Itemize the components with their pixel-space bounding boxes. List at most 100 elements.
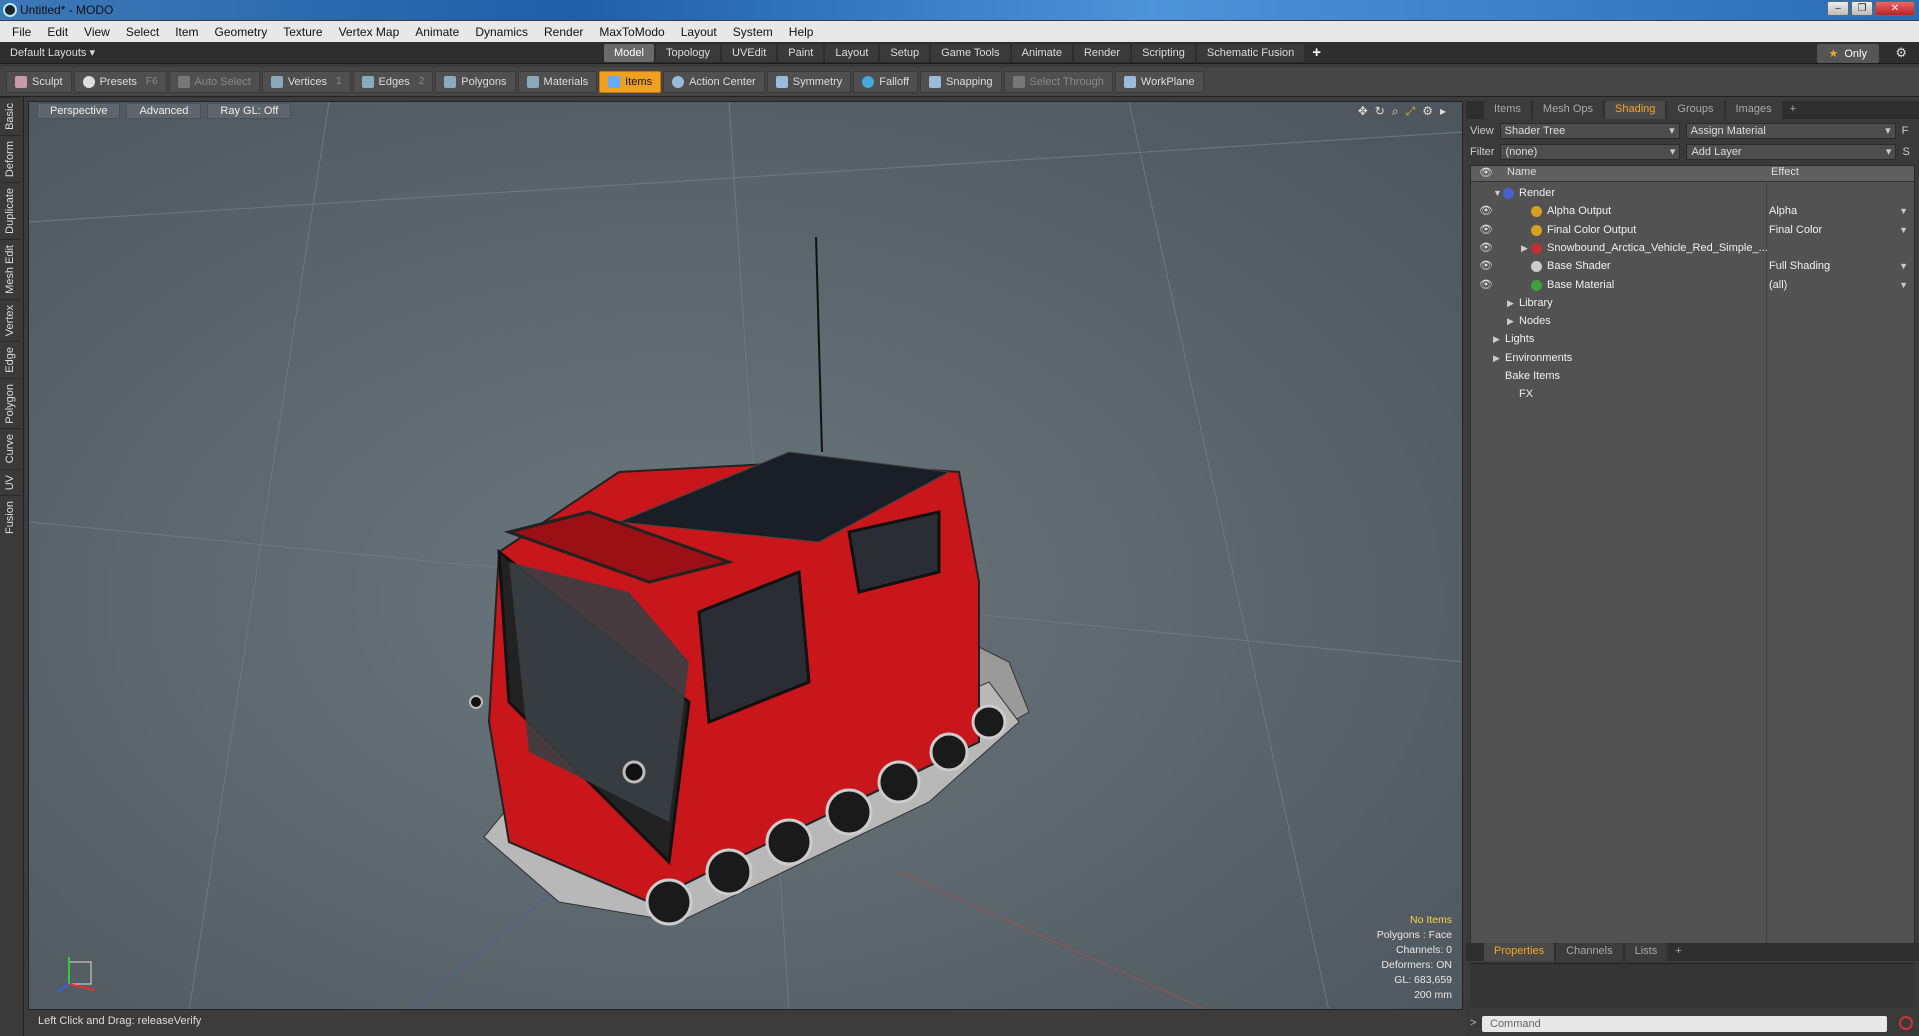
tree-row-effect[interactable]: Alpha xyxy=(1769,202,1797,220)
f-button[interactable]: F xyxy=(1902,125,1909,137)
visibility-eye-icon[interactable]: 👁 xyxy=(1479,276,1493,294)
visibility-eye-icon[interactable]: 👁 xyxy=(1479,239,1493,257)
add-layer-select[interactable]: Add Layer xyxy=(1686,144,1897,160)
tree-row[interactable]: ▶ Lights xyxy=(1471,330,1914,348)
expand-arrow-icon[interactable]: ▶ xyxy=(1507,312,1514,330)
menu-geometry[interactable]: Geometry xyxy=(207,25,276,39)
minimize-button[interactable]: – xyxy=(1827,1,1849,16)
tree-row-effect[interactable]: (all) xyxy=(1769,276,1787,294)
shading-mode-button[interactable]: Advanced xyxy=(126,103,202,119)
tab-schematic-fusion[interactable]: Schematic Fusion xyxy=(1196,44,1305,62)
tab-uvedit[interactable]: UVEdit xyxy=(722,44,777,62)
tab-layout[interactable]: Layout xyxy=(825,44,879,62)
viewport-gear-icon[interactable]: ⚙ xyxy=(1422,104,1433,119)
tab-groups[interactable]: Groups xyxy=(1667,101,1724,119)
maximize-view-icon[interactable]: ⤢ xyxy=(1406,104,1416,119)
filter-select[interactable]: (none) xyxy=(1500,144,1681,160)
polygons-button[interactable]: Polygons xyxy=(435,70,516,93)
expand-arrow-icon[interactable]: ▶ xyxy=(1521,239,1528,257)
presets-button[interactable]: Presets F6 xyxy=(73,70,167,93)
tab-shading[interactable]: Shading xyxy=(1605,101,1666,119)
tab-channels[interactable]: Channels xyxy=(1556,943,1623,961)
name-column-header[interactable]: Name xyxy=(1507,166,1536,178)
tab-scripting[interactable]: Scripting xyxy=(1132,44,1195,62)
left-tab-mesh-edit[interactable]: Mesh Edit xyxy=(0,238,20,299)
effect-dropdown-icon[interactable]: ▼ xyxy=(1899,276,1908,294)
left-tab-uv[interactable]: UV xyxy=(0,468,20,496)
sculpt-button[interactable]: Sculpt xyxy=(6,70,72,93)
materials-button[interactable]: Materials xyxy=(517,70,598,93)
tab-render[interactable]: Render xyxy=(1073,44,1131,62)
menu-vertex-map[interactable]: Vertex Map xyxy=(331,25,408,39)
tree-row-effect[interactable]: Final Color xyxy=(1769,221,1822,239)
view-select[interactable]: Shader Tree xyxy=(1499,123,1680,139)
raygl-button[interactable]: Ray GL: Off xyxy=(207,103,292,119)
tree-row[interactable]: FX xyxy=(1471,385,1914,403)
tab-setup[interactable]: Setup xyxy=(880,44,930,62)
assign-material-button[interactable]: Assign Material xyxy=(1685,123,1896,139)
add-panel-tab-button[interactable]: + xyxy=(1784,101,1802,119)
tree-row[interactable]: Bake Items xyxy=(1471,367,1914,385)
shader-tree[interactable]: 👁 Name Effect ▼ Render 👁 Alpha Output Alpha ▼… xyxy=(1470,165,1915,945)
menu-texture[interactable]: Texture xyxy=(275,25,330,39)
menu-edit[interactable]: Edit xyxy=(39,25,76,39)
tree-row[interactable]: 👁 Base Material (all) ▼ xyxy=(1471,276,1914,294)
tree-row[interactable]: ▶ Environments xyxy=(1471,349,1914,367)
effect-dropdown-icon[interactable]: ▼ xyxy=(1899,221,1908,239)
move-view-icon[interactable]: ✥ xyxy=(1358,104,1368,119)
tab-game-tools[interactable]: Game Tools xyxy=(931,44,1010,62)
left-tab-basic[interactable]: Basic xyxy=(0,97,20,135)
tab-mesh-ops[interactable]: Mesh Ops xyxy=(1532,101,1604,119)
menu-maxtomodo[interactable]: MaxToModo xyxy=(591,25,672,39)
menu-item[interactable]: Item xyxy=(167,25,206,39)
gear-icon[interactable]: ⚙ xyxy=(1895,45,1907,61)
left-tab-fusion[interactable]: Fusion xyxy=(0,495,20,540)
falloff-button[interactable]: Falloff xyxy=(853,70,918,93)
tree-row[interactable]: 👁 Alpha Output Alpha ▼ xyxy=(1471,202,1914,220)
visibility-eye-icon[interactable]: 👁 xyxy=(1479,202,1493,220)
tab-animate[interactable]: Animate xyxy=(1011,44,1072,62)
tab-images[interactable]: Images xyxy=(1725,101,1782,119)
menu-layout[interactable]: Layout xyxy=(673,25,725,39)
expand-arrow-icon[interactable]: ▶ xyxy=(1507,294,1514,312)
effect-dropdown-icon[interactable]: ▼ xyxy=(1899,202,1908,220)
tab-lists[interactable]: Lists xyxy=(1624,943,1668,961)
tree-row-effect[interactable]: Full Shading xyxy=(1769,257,1830,275)
vertices-button[interactable]: Vertices 1 xyxy=(261,70,351,93)
tab-items[interactable]: Items xyxy=(1484,101,1531,119)
action-center-button[interactable]: Action Center xyxy=(663,70,765,93)
left-tab-curve[interactable]: Curve xyxy=(0,428,20,469)
edges-button[interactable]: Edges 2 xyxy=(352,70,434,93)
expand-arrow-icon[interactable]: ▶ xyxy=(1493,349,1500,367)
view-type-button[interactable]: Perspective xyxy=(37,103,121,119)
tab-paint[interactable]: Paint xyxy=(778,44,824,62)
select-through-button[interactable]: Select Through xyxy=(1003,70,1113,93)
tab-properties[interactable]: Properties xyxy=(1484,943,1555,961)
auto-select-button[interactable]: Auto Select xyxy=(168,70,260,93)
s-button[interactable]: S xyxy=(1902,146,1909,158)
left-tab-deform[interactable]: Deform xyxy=(0,134,20,182)
close-button[interactable]: ✕ xyxy=(1875,1,1915,16)
visibility-eye-icon[interactable]: 👁 xyxy=(1479,221,1493,239)
menu-animate[interactable]: Animate xyxy=(407,25,467,39)
3d-viewport[interactable]: Perspective Advanced Ray GL: Off ✥ ↻ ⌕ ⤢… xyxy=(28,101,1463,1010)
tree-row[interactable]: ▶ Library xyxy=(1471,294,1914,312)
workplane-button[interactable]: WorkPlane xyxy=(1114,70,1204,93)
left-tab-polygon[interactable]: Polygon xyxy=(0,377,20,429)
left-tab-duplicate[interactable]: Duplicate xyxy=(0,181,20,239)
menu-dynamics[interactable]: Dynamics xyxy=(467,25,536,39)
symmetry-button[interactable]: Symmetry xyxy=(766,70,852,93)
viewport-menu-arrow-icon[interactable]: ▸ xyxy=(1440,104,1446,119)
tree-row[interactable]: 👁 Base Shader Full Shading ▼ xyxy=(1471,257,1914,275)
add-properties-tab-button[interactable]: + xyxy=(1669,943,1687,961)
menu-system[interactable]: System xyxy=(725,25,781,39)
effect-dropdown-icon[interactable]: ▼ xyxy=(1899,257,1908,275)
command-input[interactable]: Command xyxy=(1482,1016,1887,1032)
menu-render[interactable]: Render xyxy=(536,25,591,39)
tree-row[interactable]: ▼ Render xyxy=(1471,184,1914,202)
expand-arrow-icon[interactable]: ▶ xyxy=(1493,330,1500,348)
tree-row[interactable]: 👁 Final Color Output Final Color ▼ xyxy=(1471,221,1914,239)
items-button[interactable]: Items xyxy=(599,70,662,93)
add-layout-tab-button[interactable]: + xyxy=(1306,44,1327,62)
snapping-button[interactable]: Snapping xyxy=(920,70,1002,93)
